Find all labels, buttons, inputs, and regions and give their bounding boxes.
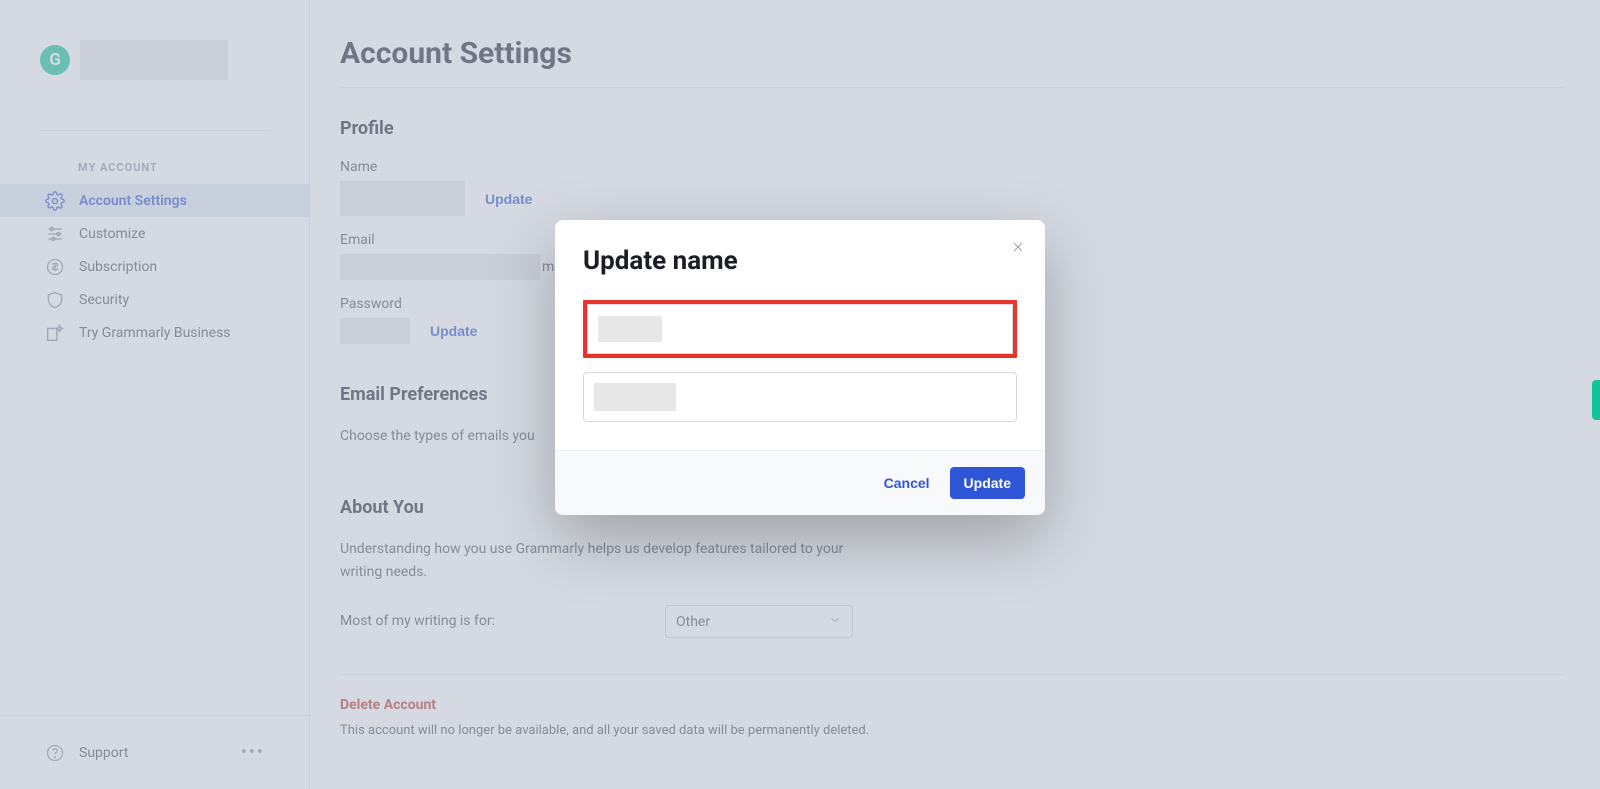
update-name-modal: Update name Cancel Update [555,220,1045,515]
last-name-value-placeholder [594,383,676,411]
first-name-input-highlight [583,300,1017,358]
cancel-button[interactable]: Cancel [872,467,942,499]
feedback-tab[interactable] [1592,380,1600,420]
close-icon[interactable] [1007,236,1029,258]
modal-footer: Cancel Update [555,450,1045,515]
update-button[interactable]: Update [950,467,1025,499]
first-name-input[interactable] [587,304,1013,354]
modal-backdrop[interactable]: Update name Cancel Update [0,0,1600,789]
last-name-input[interactable] [583,372,1017,422]
modal-title: Update name [583,246,1017,276]
first-name-value-placeholder [598,316,662,342]
